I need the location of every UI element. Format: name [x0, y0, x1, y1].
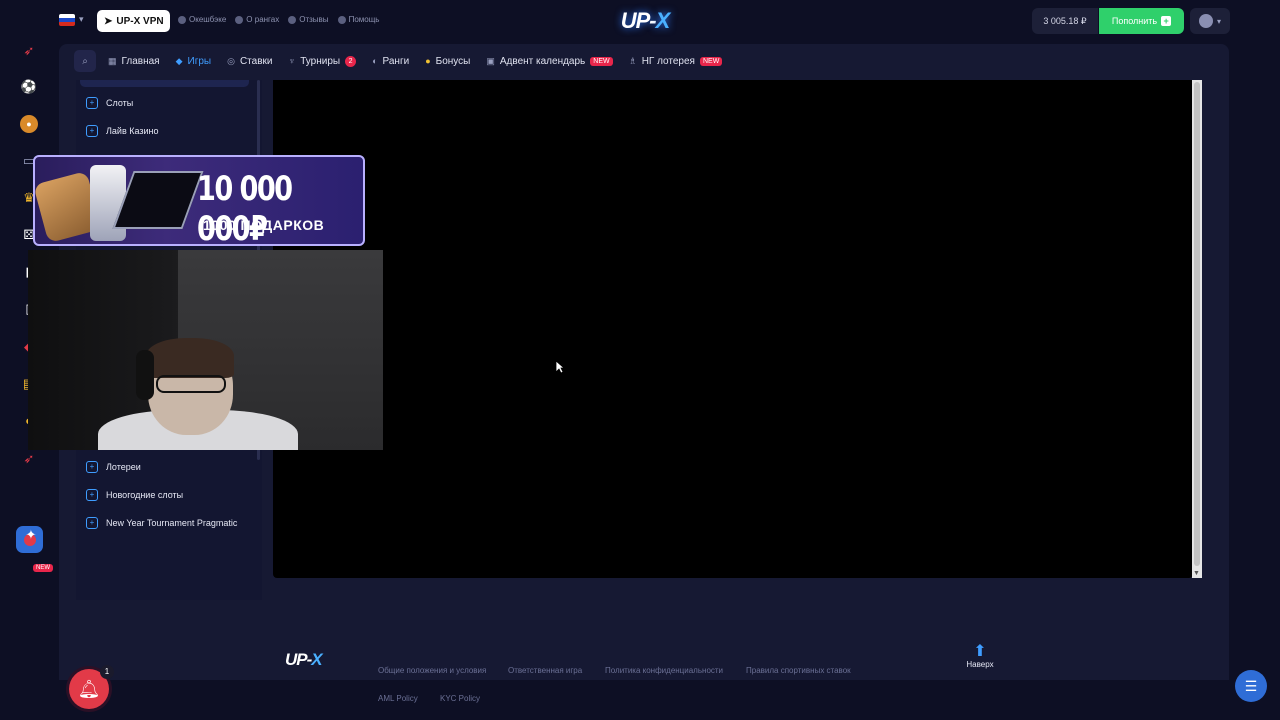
plus-square-icon: +: [86, 489, 98, 501]
game-frame[interactable]: [273, 80, 1193, 578]
rocket-icon: ➤: [104, 15, 113, 27]
top-link-reviews[interactable]: Отзывы: [288, 15, 329, 24]
nav-item-ranks[interactable]: ◐ Ранги: [372, 56, 409, 67]
scrollbar-thumb[interactable]: [1194, 82, 1200, 566]
deposit-button[interactable]: Пополнить +: [1099, 8, 1184, 34]
nav-item-advent-calendar[interactable]: ▣ Адвент календарь NEW: [486, 55, 613, 67]
top-links: Окешбэке О рангах Отзывы Помощь: [178, 15, 379, 24]
top-bar: ▾ ➤ UP-X VPN Окешбэке О рангах Отзывы По…: [0, 0, 1280, 42]
language-flag-icon[interactable]: [59, 14, 75, 26]
top-link-ranks[interactable]: О рангах: [235, 15, 279, 24]
balance-display: 3 005.18 ₽: [1032, 8, 1098, 34]
notification-count-badge: 1: [100, 665, 114, 679]
footer-link-kyc[interactable]: KYC Policy: [440, 694, 480, 703]
nav-item-bonuses[interactable]: ● Бонусы: [425, 56, 470, 67]
plus-square-icon: +: [86, 517, 98, 529]
help-icon: [337, 15, 346, 24]
nav-item-games[interactable]: ◆ Игры: [176, 56, 212, 67]
plus-square-icon: +: [86, 125, 98, 137]
nav-item-bets[interactable]: ◎ Ставки: [227, 56, 272, 67]
profile-button[interactable]: ▾: [1190, 8, 1230, 34]
deposit-label: Пополнить: [1111, 16, 1158, 26]
ball-icon: ◎: [227, 55, 235, 66]
ranks-icon: [235, 15, 244, 24]
new-badge: NEW: [590, 56, 613, 66]
support-chat-button[interactable]: ☰: [1235, 670, 1267, 702]
promo-title: 10 000 000₽: [197, 169, 293, 246]
nav-item-ny-lottery[interactable]: ♗ НГ лотерея NEW: [629, 56, 723, 67]
footer-link-sports-rules[interactable]: Правила спортивных ставок: [746, 666, 851, 675]
reviews-icon: [288, 15, 297, 24]
promo-banner[interactable]: 10 000 000₽ 1000 ПОДАРКОВ: [33, 155, 365, 246]
new-badge: NEW: [699, 56, 723, 66]
calendar-icon: ▣: [486, 55, 495, 66]
top-link-help[interactable]: Помощь: [337, 15, 379, 24]
plus-square-icon: +: [86, 461, 98, 473]
chevron-down-icon: ▾: [1216, 16, 1221, 26]
vpn-button[interactable]: ➤ UP-X VPN: [97, 10, 170, 32]
search-icon: ⌕: [82, 55, 88, 67]
footer-link-terms[interactable]: Общие положения и условия: [378, 666, 486, 675]
chevron-down-icon[interactable]: ▾: [79, 14, 84, 25]
bell-icon: 🔔︎: [77, 678, 101, 699]
footer-link-privacy[interactable]: Политика конфиденциальности: [605, 666, 723, 675]
scroll-to-top-label: Наверх: [966, 660, 994, 669]
lottery-icon: ♗: [628, 55, 637, 66]
main-nav: ⌕ ▦ Главная ◆ Игры ◎ Ставки ♆ Турниры 2 ◐ Ранг…: [74, 50, 738, 72]
category-item-slots[interactable]: + Слоты: [86, 96, 133, 110]
plus-square-icon: +: [86, 97, 98, 109]
category-item-live-casino[interactable]: + Лайв Казино: [86, 124, 159, 138]
game-frame-scrollbar[interactable]: ▼: [1192, 80, 1202, 578]
footer-link-responsible-gaming[interactable]: Ответственная игра: [508, 666, 582, 675]
category-item-new-year-tournament[interactable]: + New Year Tournament Pragmatic: [86, 516, 237, 530]
webcam-person-hair: [146, 338, 234, 378]
coin-icon[interactable]: ●: [20, 115, 38, 133]
rocket-crash-icon[interactable]: ➶: [20, 450, 38, 468]
trophy-icon: ♆: [288, 56, 296, 66]
category-item-lotteries[interactable]: + Лотереи: [86, 460, 141, 474]
plus-icon: +: [1161, 16, 1172, 26]
vpn-label: UP-X VPN: [116, 15, 164, 27]
category-item-new-year-slots[interactable]: + Новогодние слоты: [86, 488, 183, 502]
grid-icon: ▦: [108, 55, 117, 66]
new-badge: NEW: [33, 564, 53, 572]
top-link-cashback[interactable]: Окешбэке: [178, 15, 226, 24]
nav-item-tournaments[interactable]: ♆ Турниры 2: [288, 55, 357, 67]
rocket-icon[interactable]: ➶: [20, 42, 38, 60]
headphones-icon: [136, 350, 154, 400]
footer-logo[interactable]: UP-X: [285, 650, 323, 670]
tournament-count-badge: 2: [345, 55, 357, 67]
category-active-indicator: [80, 80, 249, 87]
webcam-overlay: [28, 250, 383, 450]
scroll-to-top-button[interactable]: ⬆ Наверх: [960, 644, 1000, 676]
medal-icon: ◐: [372, 56, 378, 66]
coin-icon: ●: [425, 56, 431, 66]
cashback-icon: [178, 15, 186, 24]
chat-icon: ☰: [1244, 677, 1258, 694]
search-button[interactable]: ⌕: [74, 50, 96, 72]
mouse-cursor-icon: [555, 360, 565, 374]
drop-icon: ◆: [175, 55, 183, 66]
promo-subtitle: 1000 ПОДАРКОВ: [203, 217, 325, 233]
glasses-icon: [156, 375, 226, 393]
avatar: [1198, 14, 1213, 28]
site-logo[interactable]: UP- X: [590, 2, 700, 40]
arrow-up-icon: ⬆: [973, 643, 987, 660]
nav-item-home[interactable]: ▦ Главная: [108, 56, 160, 67]
laptop-prize-icon: [112, 171, 204, 229]
soccer-ball-icon[interactable]: ⚽: [20, 78, 38, 96]
mines-icon[interactable]: ✦: [22, 526, 40, 544]
scroll-down-arrow-icon[interactable]: ▼: [1193, 570, 1200, 577]
footer-link-aml[interactable]: AML Policy: [378, 694, 418, 703]
